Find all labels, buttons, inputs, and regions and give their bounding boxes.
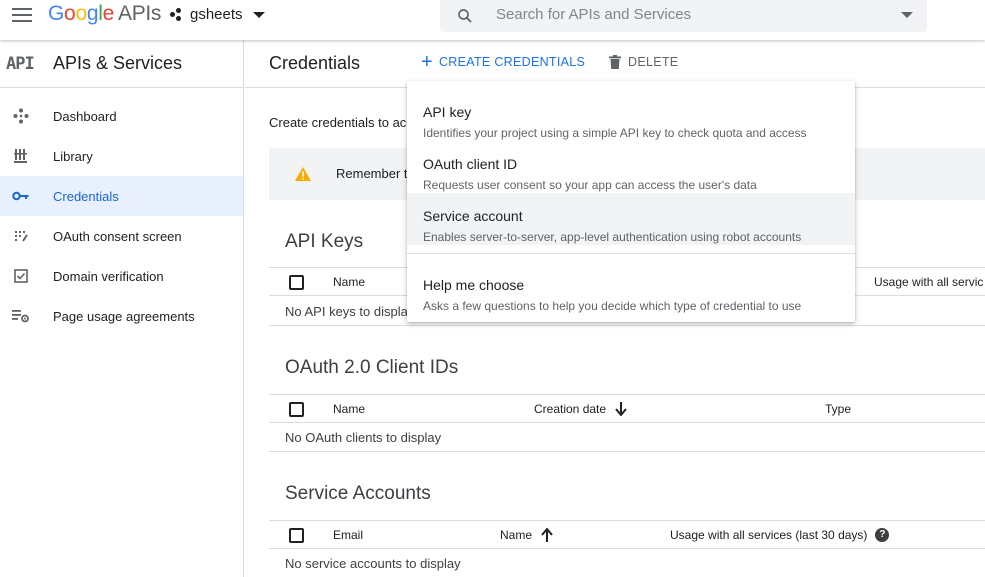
page-title: Credentials — [269, 53, 361, 73]
menu-divider — [407, 253, 855, 254]
service-accounts-title: Service Accounts — [285, 483, 431, 504]
column-usage[interactable]: Usage with all services (last 30 days) ? — [670, 528, 890, 542]
menu-item-service-account[interactable]: Service account Enables server-to-server… — [407, 193, 855, 245]
service-accounts-table-header: Email Name Usage with all services (last… — [269, 520, 985, 549]
top-bar: Google APIs gsheets Search for APIs and S… — [0, 0, 985, 40]
library-icon — [11, 146, 31, 166]
help-icon[interactable]: ? — [875, 528, 890, 542]
sidebar-item-label: Dashboard — [53, 108, 117, 124]
arrow-down-icon — [615, 402, 627, 416]
menu-item-help-me-choose[interactable]: Help me choose Asks a few questions to h… — [407, 262, 855, 314]
search-dropdown-icon[interactable] — [901, 12, 913, 18]
empty-message: No OAuth clients to display — [285, 430, 442, 445]
trash-icon — [609, 55, 621, 69]
select-all-checkbox[interactable] — [289, 528, 304, 543]
search-input[interactable]: Search for APIs and Services — [496, 6, 691, 23]
sidebar-item-oauth-consent[interactable]: OAuth consent screen — [0, 216, 243, 256]
sidebar-item-domain-verification[interactable]: Domain verification — [0, 256, 243, 296]
sidebar-item-label: Credentials — [53, 188, 119, 204]
warning-icon — [295, 167, 311, 181]
menu-item-description: Enables server-to-server, app-level auth… — [423, 230, 802, 244]
menu-item-api-key[interactable]: API key Identifies your project using a … — [407, 89, 855, 141]
empty-message: No service accounts to display — [285, 556, 461, 571]
column-label: Creation date — [534, 402, 607, 416]
project-icon — [170, 7, 184, 22]
search-bar[interactable]: Search for APIs and Services — [440, 0, 927, 32]
settings-list-icon — [11, 306, 31, 326]
sidebar-title: APIs & Services — [53, 53, 183, 73]
menu-item-title: OAuth client ID — [423, 156, 518, 172]
arrow-up-icon — [541, 528, 553, 542]
sidebar-item-label: Library — [53, 148, 93, 164]
sidebar-item-page-usage[interactable]: Page usage agreements — [0, 296, 243, 336]
empty-message: No API keys to display — [285, 304, 415, 319]
sidebar-item-label: Domain verification — [53, 268, 164, 284]
oauth-table-header: Name Creation date Type — [269, 394, 985, 423]
google-apis-logo[interactable]: Google APIs — [48, 2, 161, 26]
menu-item-title: Help me choose — [423, 277, 525, 293]
select-all-checkbox[interactable] — [289, 402, 304, 417]
api-keys-title: API Keys — [285, 231, 364, 252]
chevron-down-icon — [252, 11, 265, 18]
sidebar-item-label: OAuth consent screen — [53, 228, 182, 244]
sidebar-item-dashboard[interactable]: Dashboard — [0, 96, 243, 136]
sidebar-item-library[interactable]: Library — [0, 136, 243, 176]
menu-item-title: API key — [423, 104, 472, 120]
consent-icon — [11, 226, 31, 246]
column-email[interactable]: Email — [333, 528, 363, 542]
menu-item-oauth-client-id[interactable]: OAuth client ID Requests user consent so… — [407, 141, 855, 193]
table-empty-row: No service accounts to display — [269, 548, 985, 577]
create-credentials-button[interactable]: + CREATE CREDENTIALS — [421, 51, 586, 73]
column-name[interactable]: Name — [333, 402, 365, 416]
menu-item-description: Requests user consent so your app can ac… — [423, 178, 757, 192]
sidebar-item-label: Page usage agreements — [53, 308, 195, 324]
column-label: Usage with all services (last 30 days) — [670, 528, 868, 542]
oauth-title: OAuth 2.0 Client IDs — [285, 357, 459, 378]
plus-icon: + — [421, 51, 433, 73]
column-type[interactable]: Type — [825, 402, 851, 416]
sidebar-item-credentials[interactable]: Credentials — [0, 176, 243, 216]
project-name: gsheets — [190, 6, 243, 23]
menu-item-description: Identifies your project using a simple A… — [423, 126, 807, 140]
project-selector[interactable]: gsheets — [170, 6, 265, 23]
column-creation-date[interactable]: Creation date — [534, 402, 627, 416]
sidebar: API APIs & Services Dashboard Library Cr… — [0, 40, 244, 577]
select-all-checkbox[interactable] — [289, 275, 304, 290]
column-usage[interactable]: Usage with all servic — [874, 275, 983, 289]
menu-item-description: Asks a few questions to help you decide … — [423, 299, 802, 313]
delete-button[interactable]: DELETE — [609, 55, 678, 69]
column-name[interactable]: Name — [500, 528, 553, 542]
intro-text: Create credentials to access your enable… — [269, 115, 409, 130]
sidebar-header: API APIs & Services — [0, 40, 243, 88]
checkbox-icon — [11, 266, 31, 286]
delete-label: DELETE — [628, 55, 679, 69]
menu-item-title: Service account — [423, 208, 523, 224]
table-empty-row: No OAuth clients to display — [269, 422, 985, 452]
column-name[interactable]: Name — [333, 275, 365, 289]
create-credentials-menu: API key Identifies your project using a … — [407, 81, 855, 322]
dashboard-icon — [11, 106, 31, 126]
column-label: Name — [500, 528, 533, 542]
api-icon: API — [6, 53, 35, 74]
create-credentials-label: CREATE CREDENTIALS — [438, 55, 586, 69]
main-menu-icon[interactable] — [12, 8, 32, 22]
key-icon — [11, 186, 31, 206]
search-icon — [458, 9, 472, 23]
alert-text: Remember t — [336, 166, 408, 181]
